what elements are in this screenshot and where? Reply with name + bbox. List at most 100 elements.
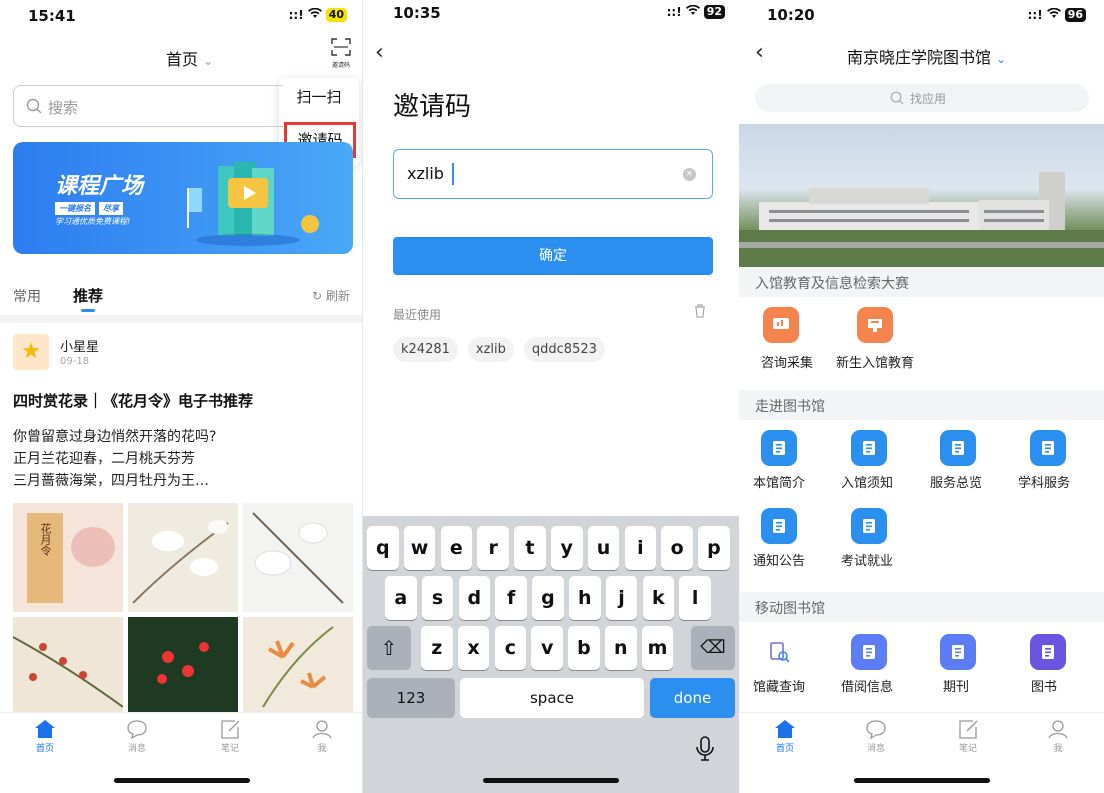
post-date: 09-18 [60, 356, 90, 367]
key-x[interactable]: x [457, 626, 490, 670]
app-search-input[interactable]: 找应用 [755, 84, 1089, 112]
post-image-grid[interactable]: 花月令 [12, 503, 353, 712]
key-p[interactable]: p [698, 526, 730, 570]
recent-chips: k24281 xzlib qddc8523 [393, 337, 605, 362]
key-s[interactable]: s [421, 576, 454, 620]
key-w[interactable]: w [403, 526, 436, 570]
message-icon [866, 720, 886, 739]
search-placeholder: 找应用 [910, 92, 947, 106]
key-b[interactable]: b [568, 626, 600, 670]
recent-label: 最近使用 [393, 308, 442, 322]
key-v[interactable]: v [531, 626, 563, 670]
key-q[interactable]: q [367, 526, 399, 570]
signal-icon: ::! [666, 5, 682, 19]
space-key[interactable]: space [460, 678, 644, 718]
app-icon[interactable] [761, 508, 797, 544]
invite-code-screen: 10:35 ::! 92 ‹ 邀请码 xzlib × 确定 最近使用 k2428… [363, 0, 739, 793]
key-n[interactable]: n [605, 626, 637, 670]
key-j[interactable]: j [605, 576, 638, 620]
key-t[interactable]: t [514, 526, 546, 570]
invite-code-input[interactable]: xzlib × [393, 149, 713, 199]
section-header-enter-library: 走进图书馆 [739, 390, 1104, 420]
search-icon [26, 98, 42, 114]
key-l[interactable]: l [679, 576, 711, 620]
key-123[interactable]: 123 [367, 678, 455, 718]
tab-recommend[interactable]: 推荐 [73, 285, 103, 306]
library-screen: 10:20 ::! 96 ‹ 南京晓庄学院图书馆 ⌄ 找应用 入馆教育及信息检索… [739, 0, 1104, 793]
course-banner[interactable]: 课程广场 一键报名 尽享 学习通优质免费课程! [13, 142, 353, 254]
app-icon[interactable] [761, 634, 797, 670]
books-illustration-icon [187, 162, 319, 246]
recent-chip[interactable]: k24281 [393, 337, 458, 362]
back-icon[interactable]: ‹ [375, 40, 384, 65]
tab-notes[interactable]: 笔记 [200, 719, 260, 754]
tab-notes[interactable]: 笔记 [938, 719, 998, 754]
library-title-dropdown[interactable]: 南京晓庄学院图书馆 ⌄ [847, 44, 1006, 68]
trash-icon[interactable] [694, 304, 706, 322]
post-title[interactable]: 四时赏花录｜《花月令》电子书推荐 [13, 390, 253, 411]
recent-chip[interactable]: qddc8523 [523, 337, 605, 362]
key-d[interactable]: d [458, 576, 491, 620]
key-i[interactable]: i [624, 526, 657, 570]
home-icon [35, 720, 55, 738]
app-icon[interactable] [1030, 634, 1066, 670]
book-cover-text: 花月令 [39, 523, 52, 556]
shift-key[interactable]: ⇧ [367, 626, 411, 670]
keyboard-row-3: zxcvbnm [421, 626, 681, 670]
key-m[interactable]: m [641, 626, 674, 670]
tab-home[interactable]: 首页 [15, 719, 75, 754]
backspace-key[interactable]: ⌫ [691, 626, 735, 670]
clear-icon[interactable]: × [683, 168, 696, 181]
confirm-button[interactable]: 确定 [393, 237, 713, 275]
tab-messages[interactable]: 消息 [107, 719, 167, 754]
app-icon[interactable] [851, 430, 887, 466]
app-orientation[interactable] [857, 307, 897, 343]
tab-home[interactable]: 首页 [755, 719, 815, 754]
battery-indicator: 92 [703, 5, 725, 19]
section-title: 入馆教育及信息检索大赛 [755, 276, 909, 292]
tab-me[interactable]: 我 [292, 719, 352, 754]
app-icon[interactable] [1030, 430, 1066, 466]
key-e[interactable]: e [440, 526, 473, 570]
tab-me[interactable]: 我 [1028, 719, 1088, 754]
key-g[interactable]: g [532, 576, 564, 620]
key-h[interactable]: h [569, 576, 601, 620]
status-time: 10:35 [393, 4, 441, 22]
key-f[interactable]: f [495, 576, 527, 620]
back-icon[interactable]: ‹ [755, 40, 764, 65]
app-icon[interactable] [851, 634, 887, 670]
app-consult[interactable] [761, 307, 801, 343]
key-a[interactable]: a [385, 576, 417, 620]
invite-code-button[interactable]: 邀请码 [326, 38, 356, 69]
image-book-cover: 花月令 [13, 503, 123, 612]
avatar[interactable]: ★ [13, 334, 49, 370]
key-z[interactable]: z [421, 626, 453, 670]
refresh-button[interactable]: ↻ 刷新 [312, 287, 350, 304]
key-o[interactable]: o [661, 526, 693, 570]
key-k[interactable]: k [642, 576, 675, 620]
post-line: 你曾留意过身边悄然开落的花吗? [13, 429, 217, 445]
app-icon[interactable] [940, 634, 976, 670]
search-input[interactable]: 搜索 [13, 85, 283, 127]
tab-messages[interactable]: 消息 [846, 719, 906, 754]
app-icon[interactable] [851, 508, 887, 544]
key-r[interactable]: r [477, 526, 509, 570]
key-c[interactable]: c [494, 626, 527, 670]
page-title: 首页 [166, 50, 199, 69]
status-bar: 15:41 ::! 40 [0, 0, 363, 32]
text-cursor [452, 163, 454, 185]
done-key[interactable]: done [650, 678, 735, 718]
app-label: 借阅信息 [840, 680, 893, 695]
tab-common[interactable]: 常用 [13, 286, 41, 306]
post-author[interactable]: 小星星 [60, 336, 99, 355]
white-flowers-icon [252, 512, 344, 604]
app-icon[interactable] [761, 430, 797, 466]
menu-item-scan[interactable]: 扫一扫 [279, 86, 359, 107]
app-icon[interactable] [940, 430, 976, 466]
key-y[interactable]: y [551, 526, 583, 570]
key-u[interactable]: u [587, 526, 620, 570]
recent-chip[interactable]: xzlib [467, 337, 514, 362]
library-banner-photo[interactable] [739, 124, 1104, 267]
home-title-dropdown[interactable]: 首页 ⌄ [166, 46, 213, 70]
microphone-icon[interactable] [696, 736, 714, 766]
